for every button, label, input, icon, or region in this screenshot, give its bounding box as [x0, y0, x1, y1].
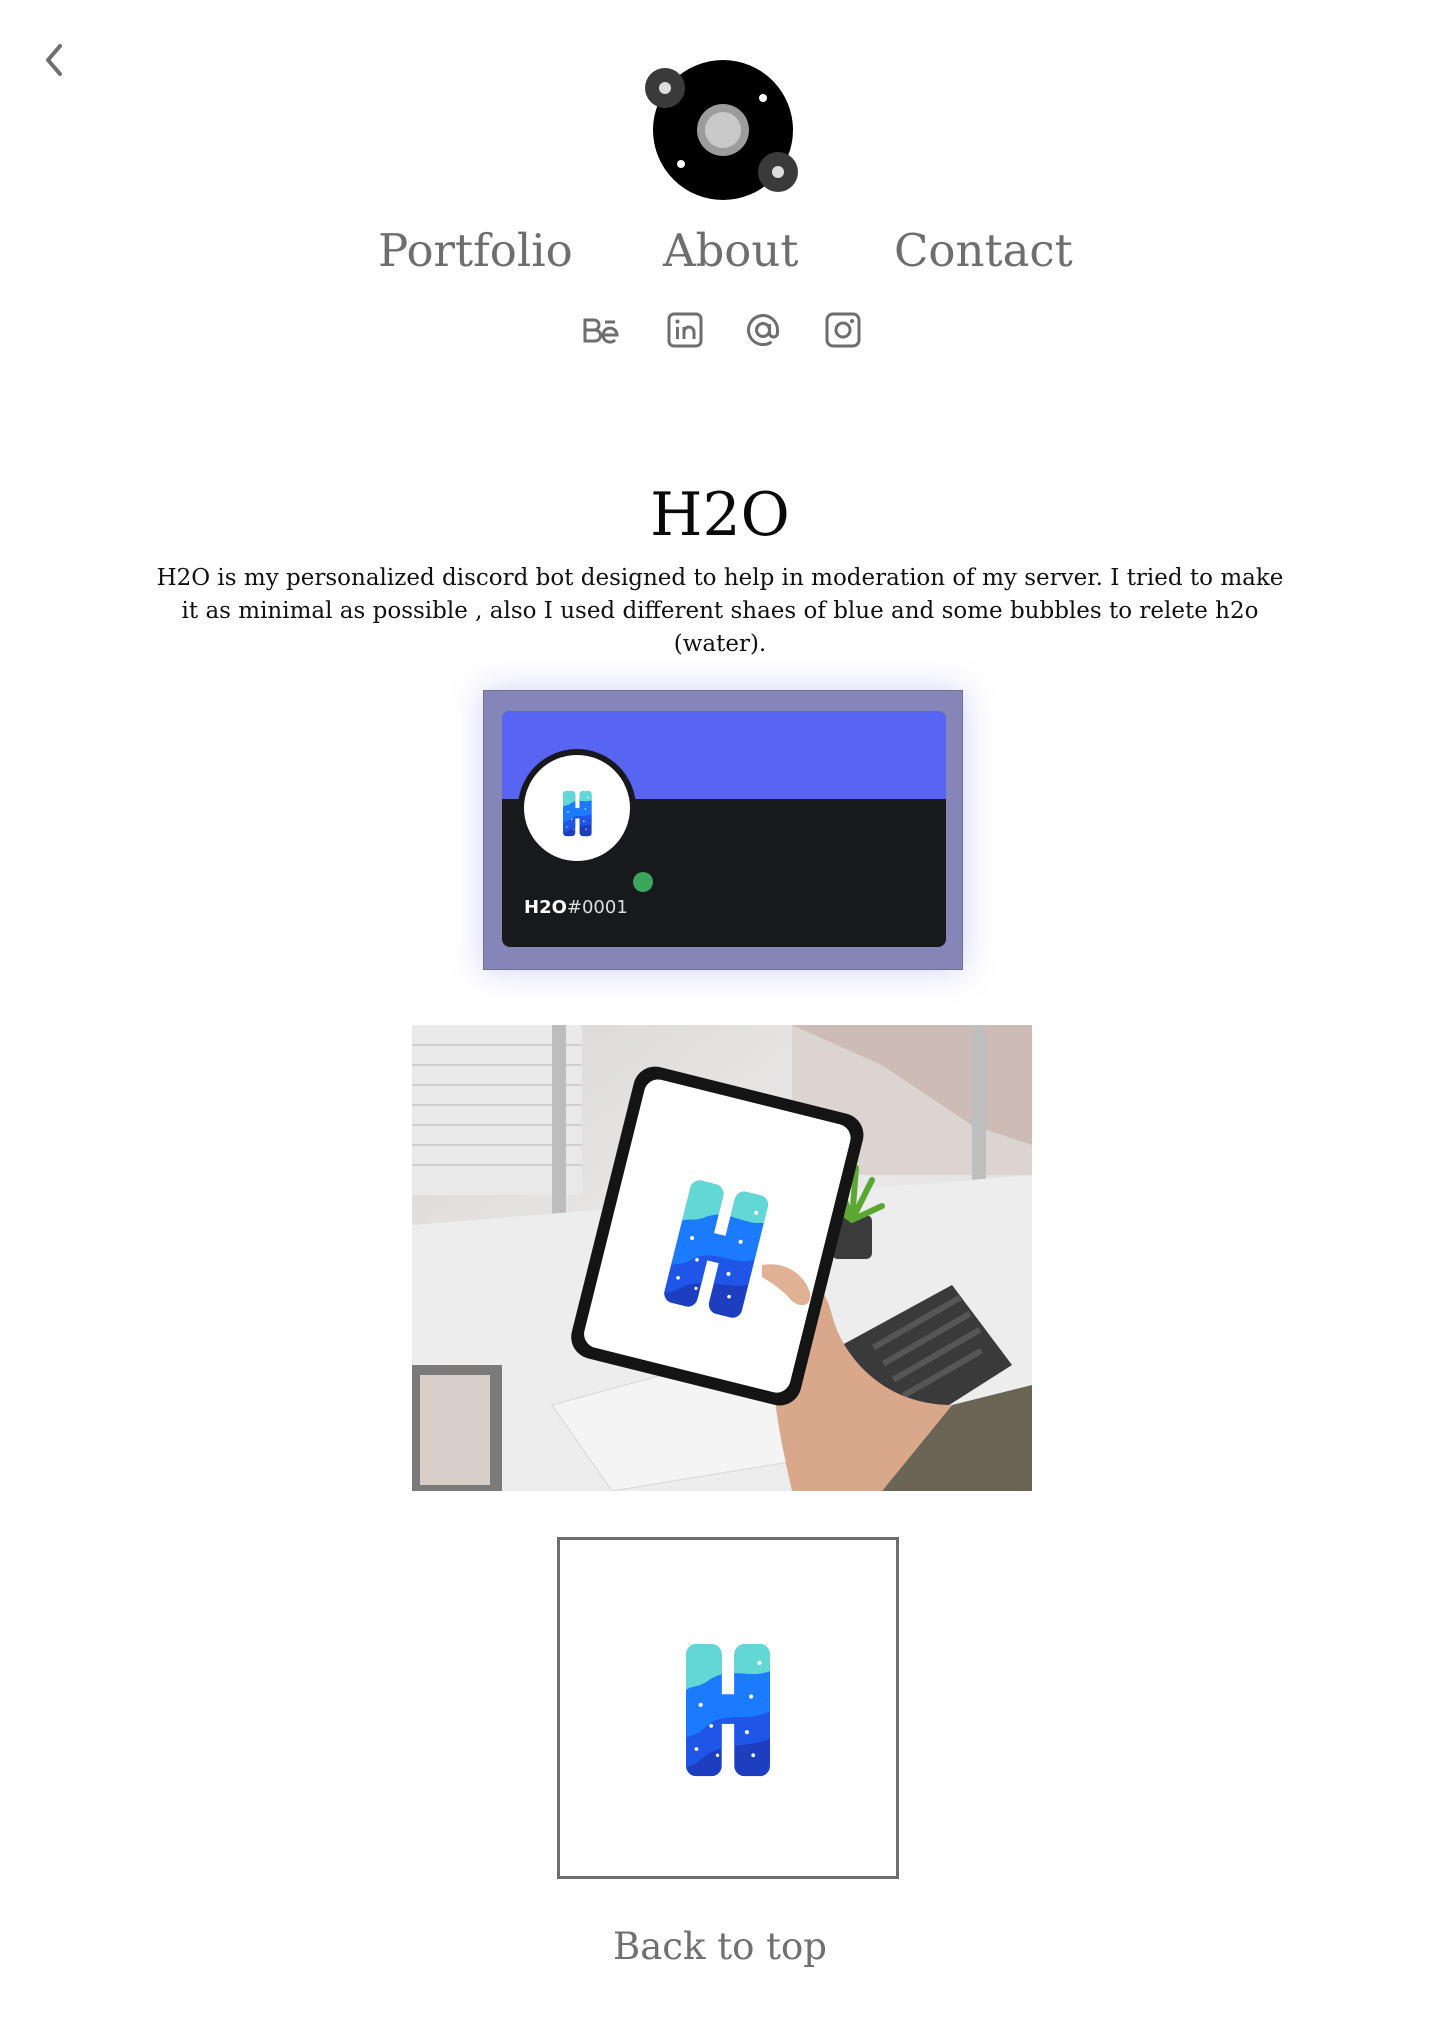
status-dot	[633, 872, 653, 892]
back-to-top-link[interactable]: Back to top	[0, 1925, 1440, 1968]
username: H2O	[524, 897, 567, 918]
chevron-left-icon[interactable]	[40, 40, 72, 80]
profile-username: H2O#0001	[524, 897, 628, 918]
nav-contact[interactable]: Contact	[894, 224, 1073, 277]
discord-profile-card: H2O#0001	[483, 690, 963, 970]
tablet-mockup-photo	[412, 1025, 1032, 1491]
h2o-logo-icon	[524, 755, 630, 861]
orbit-logo-icon[interactable]	[645, 58, 801, 208]
project-title: H2O	[650, 480, 790, 550]
project-description: H2O is my personalized discord bot desig…	[156, 565, 1284, 657]
h2o-logo-icon	[560, 1540, 896, 1876]
h2o-logo-box	[557, 1537, 899, 1879]
online-status-badge	[630, 869, 656, 895]
profile-card-body: H2O#0001	[502, 711, 946, 947]
avatar-image	[524, 755, 630, 861]
at-sign-icon[interactable]	[743, 310, 783, 350]
behance-icon[interactable]	[581, 310, 621, 350]
social-links	[0, 310, 1440, 354]
nav-portfolio[interactable]: Portfolio	[378, 224, 573, 277]
instagram-icon[interactable]	[823, 310, 863, 350]
nav-about[interactable]: About	[663, 224, 798, 277]
linkedin-icon[interactable]	[665, 310, 705, 350]
main-nav: Portfolio About Contact	[0, 224, 1440, 286]
avatar	[518, 749, 656, 895]
discriminator: #0001	[566, 897, 628, 918]
